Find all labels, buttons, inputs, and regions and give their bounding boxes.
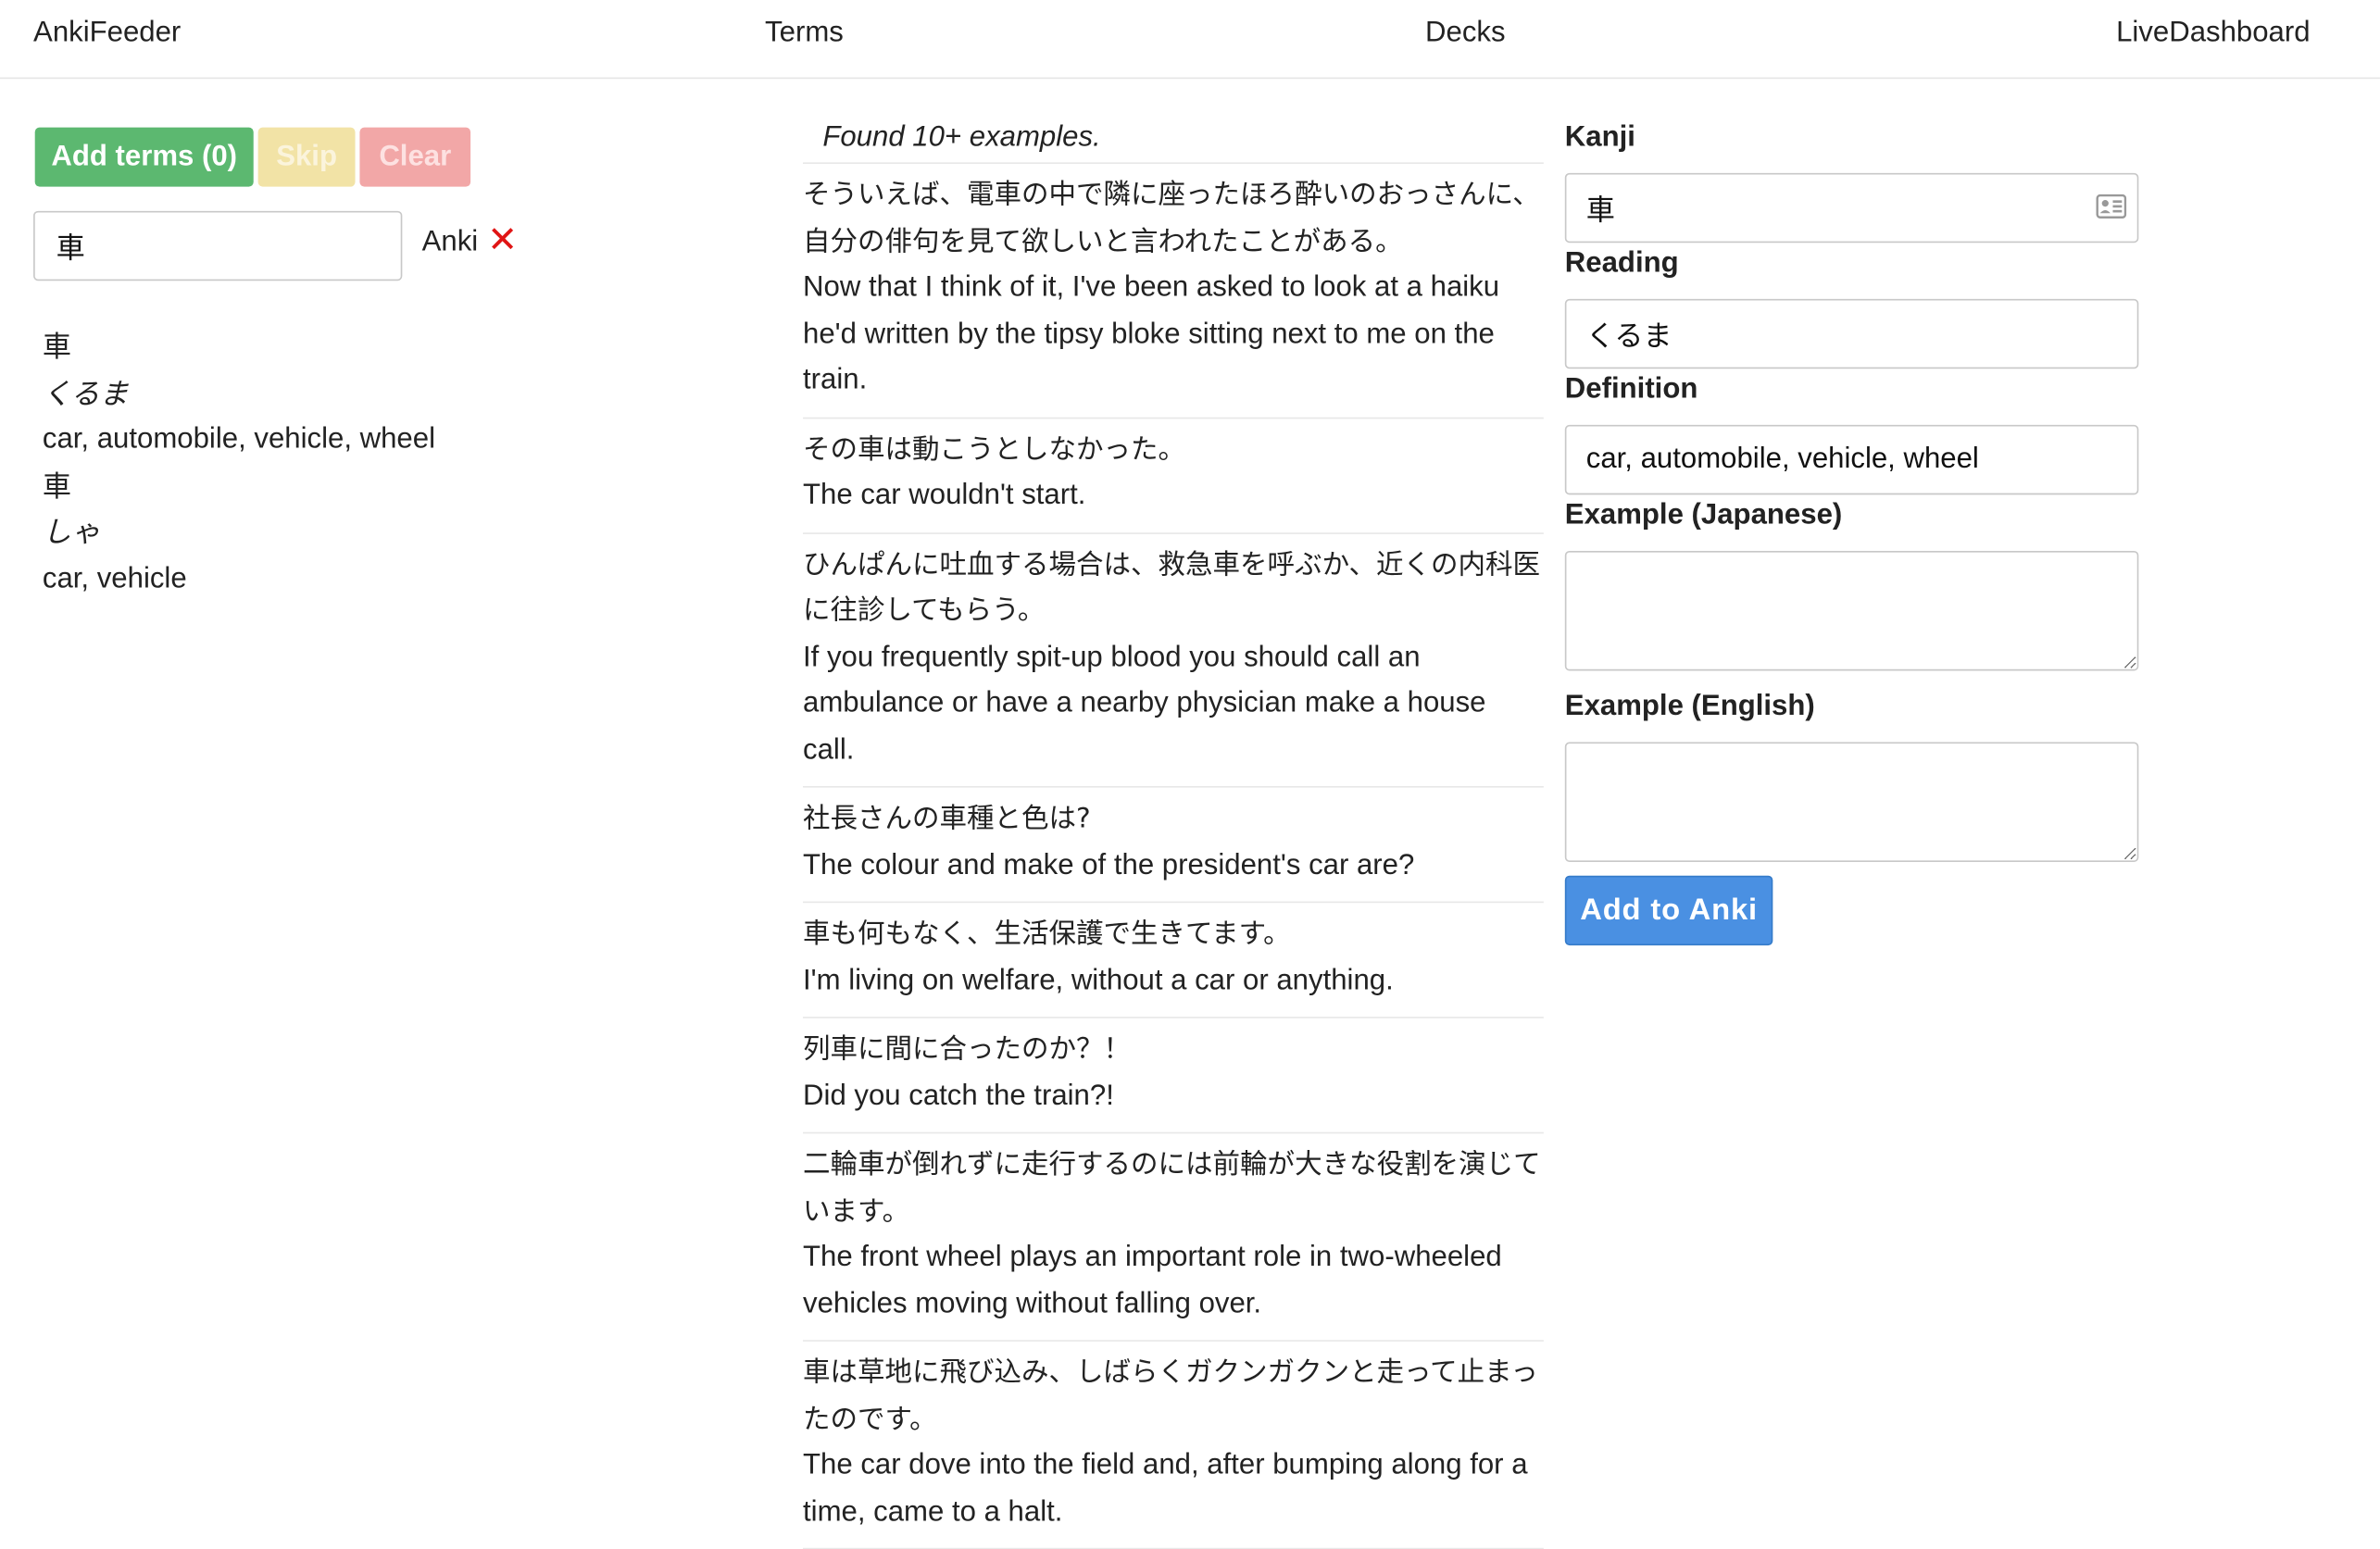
example-english-text: Now that I think of it, I've been asked … (803, 271, 1500, 396)
example-japanese-text: 車は草地に飛び込み、しばらくガクンガクンと走って止まったのです。 (803, 1356, 1538, 1435)
reading-field[interactable] (1564, 298, 2139, 369)
clear-button[interactable]: Clear (359, 127, 471, 187)
example-item[interactable]: 車も何もなく、生活保護で生きてます。 I'm living on welfare,… (803, 901, 1544, 1018)
brand-link[interactable]: AnkiFeeder (33, 17, 181, 50)
example-english-text: The front wheel plays an important role … (803, 1241, 1502, 1320)
example-japanese-text: ひんぱんに吐血する場合は、救急車を呼ぶか、近くの内科医に往診してもらう。 (803, 548, 1540, 627)
example-item[interactable]: ひんぱんに吐血する場合は、救急車を呼ぶか、近くの内科医に往診してもらう。 If y… (803, 531, 1544, 786)
skip-button[interactable]: Skip (257, 127, 356, 187)
dictionary-results: 車くるま car, automobile, vehicle, wheel 車しゃ ca… (43, 325, 680, 603)
example-japanese-text: その車は動こうとしなかった。 (803, 432, 1186, 466)
example-english-text: I'm living on welfare, without a car or … (803, 964, 1394, 997)
anki-connection-status: Anki ✕ (421, 219, 519, 261)
result-kanji[interactable]: 車 (43, 464, 680, 510)
example-japanese-text: 列車に間に合ったのか？！ (803, 1033, 1132, 1066)
example-item[interactable]: 二輪車が倒れずに走行するのには前輪が大きな役割を演じています。 The front… (803, 1131, 1544, 1341)
kanji-label: Kanji (1564, 121, 1635, 154)
nav-decks-link[interactable]: Decks (1425, 17, 1506, 50)
contact-card-icon[interactable] (2096, 194, 2127, 219)
nav-terms-link[interactable]: Terms (765, 17, 844, 50)
example-item[interactable]: 列車に間に合ったのか？！ Did you catch the train?! (803, 1017, 1544, 1132)
definition-label: Definition (1564, 373, 1698, 406)
add-terms-button[interactable]: Add terms (0) (34, 127, 254, 187)
example-english-text: If you frequently spit-up blood you shou… (803, 641, 1486, 766)
reading-label: Reading (1564, 247, 1679, 280)
result-reading[interactable]: しゃ (43, 510, 680, 556)
example-japanese-text: 二輪車が倒れずに走行するのには前輪が大きな役割を演じています。 (803, 1148, 1541, 1228)
example-japanese-text: 車も何もなく、生活保護で生きてます。 (803, 918, 1291, 951)
add-to-anki-button[interactable]: Add to Anki (1564, 875, 1773, 946)
example-japanese-textarea[interactable] (1564, 550, 2139, 671)
result-definition[interactable]: car, vehicle (43, 556, 680, 603)
example-japanese-label: Example (Japanese) (1564, 499, 1843, 531)
examples-found-count: Found 10+ examples. (822, 121, 1101, 154)
example-japanese-text: そういえば、電車の中で隣に座ったほろ酔いのおっさんに、自分の俳句を見て欲しいと言… (803, 179, 1540, 257)
term-search-input[interactable] (33, 210, 403, 281)
close-x-icon: ✕ (487, 219, 519, 261)
example-item[interactable]: そういえば、電車の中で隣に座ったほろ酔いのおっさんに、自分の俳句を見て欲しいと言… (803, 162, 1544, 417)
example-item[interactable]: 車は草地に飛び込み、しばらくガクンガクンと走って止まったのです。 The car … (803, 1340, 1544, 1548)
example-english-text: The colour and make of the president's c… (803, 849, 1415, 881)
example-english-text: The car dove into the field and, after b… (803, 1449, 1528, 1528)
example-item[interactable]: 社長さんの車種と色は? The colour and make of the pr… (803, 786, 1544, 902)
result-reading[interactable]: くるま (43, 371, 680, 418)
kanji-field[interactable] (1564, 172, 2139, 244)
example-english-text: Did you catch the train?! (803, 1080, 1114, 1112)
definition-field[interactable] (1564, 424, 2139, 495)
example-japanese-text: 社長さんの車種と色は? (803, 803, 1091, 835)
example-english-label: Example (English) (1564, 690, 1815, 723)
example-english-textarea[interactable] (1564, 742, 2139, 862)
anki-status-label: Anki (421, 226, 479, 258)
example-english-text: The car wouldn't start. (803, 479, 1086, 512)
result-kanji[interactable]: 車 (43, 325, 680, 371)
examples-list: Found 10+ examples. そういえば、電車の中で隣に座ったほろ酔い… (803, 114, 1544, 1549)
example-item[interactable]: その車は動こうとしなかった。 The car wouldn't start. (803, 416, 1544, 532)
result-definition[interactable]: car, automobile, vehicle, wheel (43, 418, 680, 464)
nav-livedashboard-link[interactable]: LiveDashboard (2116, 17, 2310, 50)
top-navbar: AnkiFeeder Terms Decks LiveDashboard (0, 0, 2380, 80)
